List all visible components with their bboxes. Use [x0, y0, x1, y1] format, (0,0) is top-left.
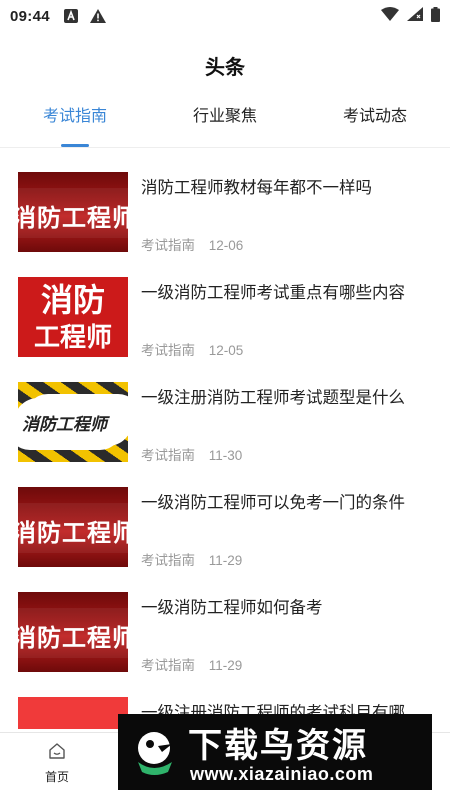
watermark-url: www.xiazainiao.com — [190, 764, 374, 784]
bird-logo-icon — [128, 726, 180, 778]
tab-exam-news[interactable]: 考试动态 — [300, 100, 450, 147]
article-date: 12-06 — [208, 238, 244, 253]
tab-industry-focus[interactable]: 行业聚焦 — [150, 100, 300, 147]
article-thumbnail: 消防工程师 — [18, 172, 128, 252]
article-thumbnail: 消防工程师 — [18, 487, 128, 567]
nav-home-label: 首页 — [44, 770, 69, 784]
home-icon — [47, 743, 67, 765]
article-date: 11-30 — [208, 448, 243, 463]
page-title: 头条 — [205, 57, 245, 79]
article-list: 消防工程师 消防工程师教材每年都不一样吗 考试指南 12-06 消防 工程师 一… — [0, 148, 450, 732]
watermark-overlay: 下载鸟资源 www.xiazainiao.com — [118, 714, 432, 790]
article-thumbnail: 消防工程师 — [18, 592, 128, 672]
article-date: 11-29 — [208, 553, 243, 568]
article-meta: 考试指南 12-05 — [141, 339, 243, 359]
article-title: 一级注册消防工程师考试题型是什么 — [141, 389, 405, 407]
article-category: 考试指南 — [141, 343, 195, 358]
list-item[interactable]: 消防 工程师 一级消防工程师考试重点有哪些内容 考试指南 12-05 — [0, 253, 450, 358]
article-category: 考试指南 — [141, 448, 195, 463]
list-item[interactable]: 消防工程师 一级消防工程师可以免考一门的条件 考试指南 11-29 — [0, 463, 450, 568]
watermark-title: 下载鸟资源 — [188, 727, 368, 765]
article-thumbnail: 消防工程师 — [18, 382, 128, 462]
article-thumbnail — [18, 697, 128, 729]
article-title: 消防工程师教材每年都不一样吗 — [141, 179, 372, 197]
article-meta: 考试指南 11-29 — [141, 549, 242, 569]
article-title: 一级消防工程师考试重点有哪些内容 — [141, 284, 405, 302]
signal-icon — [407, 7, 423, 25]
article-thumbnail: 消防 工程师 — [18, 277, 128, 357]
article-category: 考试指南 — [141, 553, 195, 568]
status-time: 09:44 — [10, 7, 50, 25]
article-date: 11-29 — [208, 658, 243, 673]
list-item[interactable]: 消防工程师 消防工程师教材每年都不一样吗 考试指南 12-06 — [0, 148, 450, 253]
article-category: 考试指南 — [141, 658, 195, 673]
font-a-icon — [63, 9, 78, 23]
tab-exam-guide[interactable]: 考试指南 — [0, 100, 150, 147]
article-category: 考试指南 — [141, 238, 195, 253]
list-item[interactable]: 消防工程师 一级注册消防工程师考试题型是什么 考试指南 11-30 — [0, 358, 450, 463]
article-meta: 考试指南 11-30 — [141, 444, 242, 464]
wifi-icon — [381, 7, 399, 25]
article-meta: 考试指南 12-06 — [141, 234, 243, 254]
battery-icon — [431, 6, 440, 26]
nav-home-button[interactable]: 首页 — [30, 741, 84, 785]
warning-icon — [89, 9, 106, 23]
article-title: 一级消防工程师如何备考 — [141, 599, 323, 617]
article-date: 12-05 — [208, 343, 244, 358]
article-title: 一级消防工程师可以免考一门的条件 — [141, 494, 405, 512]
tab-bar: 考试指南 行业聚焦 考试动态 — [0, 100, 450, 148]
status-bar: 09:44 — [0, 0, 450, 32]
list-item[interactable]: 消防工程师 一级消防工程师如何备考 考试指南 11-29 — [0, 568, 450, 673]
article-meta: 考试指南 11-29 — [141, 654, 242, 674]
